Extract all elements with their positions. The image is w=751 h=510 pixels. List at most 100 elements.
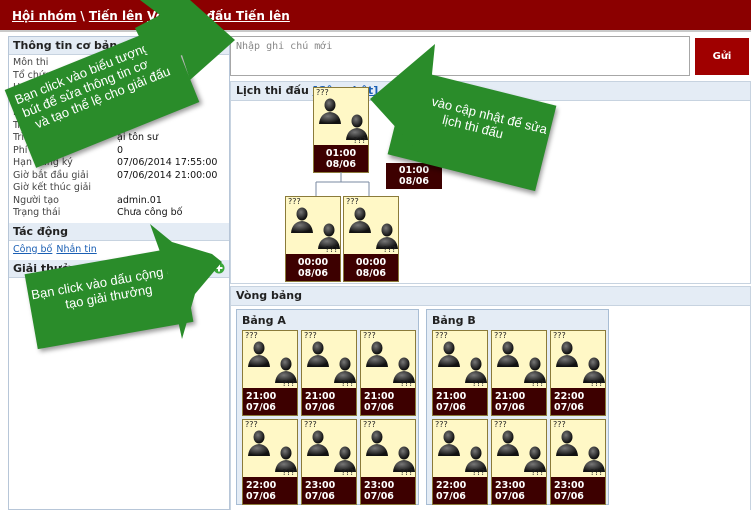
player-2-name: ??? — [383, 245, 396, 254]
match-card[interactable]: ?????? 21:00 07/06 — [491, 330, 547, 416]
match-date: 07/06 — [305, 402, 335, 413]
match-date: 07/06 — [495, 491, 525, 502]
group-stage-panel: Vòng bảng Bảng A?????? 21:00 07/06?????? 21… — [230, 286, 751, 510]
info-value: 0 — [117, 144, 124, 156]
info-value: 07/06/2014 21:00:00 — [117, 169, 218, 181]
actions-section-title: Tác động — [13, 224, 68, 238]
match-hour: 00:00 — [355, 257, 387, 268]
callout-update-arrow — [370, 44, 435, 154]
match-date: 08/06 — [298, 268, 328, 279]
match-time: 21:00 07/06 — [361, 388, 415, 415]
match-time: 23:00 07/06 — [361, 477, 415, 504]
match-date: 07/06 — [495, 402, 525, 413]
player-1-name: ??? — [304, 420, 317, 429]
player-2-name: ??? — [341, 468, 354, 477]
player-1-name: ??? — [245, 420, 258, 429]
player-avatar-icon — [497, 341, 519, 367]
player-2-name: ??? — [400, 468, 413, 477]
info-label: Giờ bắt đầu giải — [13, 169, 89, 181]
match-card[interactable]: ?????? 21:00 07/06 — [432, 330, 488, 416]
player-avatar-icon — [291, 207, 313, 233]
player-avatar-icon — [556, 341, 578, 367]
match-hour: 22:00 — [246, 480, 277, 491]
player-1-name: ??? — [304, 331, 317, 340]
match-card[interactable]: ?????? 23:00 07/06 — [360, 419, 416, 505]
callout-pencil-arrow — [135, 0, 235, 80]
player-avatar-icon — [556, 430, 578, 456]
match-date: 08/06 — [356, 268, 386, 279]
match-hour: 22:00 — [436, 480, 467, 491]
player-avatar-icon — [438, 430, 460, 456]
match-hour: 21:00 — [495, 391, 526, 402]
match-card[interactable]: ?????? 23:00 07/06 — [301, 419, 357, 505]
match-time: 23:00 07/06 — [302, 477, 356, 504]
match-hour: 23:00 — [364, 480, 395, 491]
info-row: Giờ kết thúc giải — [9, 182, 229, 195]
match-hour: 21:00 — [305, 391, 336, 402]
schedule-title: Lịch thi đấu — [236, 84, 309, 97]
player-1-name: ??? — [245, 331, 258, 340]
group-box: Bảng B?????? 21:00 07/06?????? 21:00 07/06??… — [426, 309, 609, 505]
bracket-lines — [315, 172, 370, 198]
player-2-name: ??? — [472, 468, 485, 477]
match-date: 07/06 — [305, 491, 335, 502]
info-label: Giờ kết thúc giải — [13, 182, 92, 193]
player-avatar-icon — [248, 430, 270, 456]
player-2-name: ??? — [282, 468, 295, 477]
group-stage-title: Vòng bảng — [236, 289, 303, 302]
match-time: 22:00 07/06 — [551, 388, 605, 415]
player-2-name: ??? — [472, 379, 485, 388]
player-avatar-icon — [307, 341, 329, 367]
player-2-name: ??? — [341, 379, 354, 388]
match-card[interactable]: ?????? 21:00 07/06 — [360, 330, 416, 416]
info-row: Giờ bắt đầu giải 07/06/2014 21:00:00 — [9, 170, 229, 183]
match-date: 07/06 — [364, 491, 394, 502]
match-hour: 23:00 — [495, 480, 526, 491]
group-stage-header: Vòng bảng — [231, 287, 750, 306]
player-1-name: ??? — [553, 331, 566, 340]
match-card[interactable]: ?????? 22:00 07/06 — [550, 330, 606, 416]
group-box: Bảng A?????? 21:00 07/06?????? 21:00 07/06??… — [236, 309, 419, 505]
info-label: Người tạo — [13, 194, 59, 206]
player-2-name: ??? — [400, 379, 413, 388]
match-card[interactable]: ?????? 21:00 07/06 — [301, 330, 357, 416]
player-1-name: ??? — [494, 331, 507, 340]
match-time: 21:00 07/06 — [492, 388, 546, 415]
info-value: 07/06/2014 17:55:00 — [117, 157, 218, 168]
match-date: 07/06 — [246, 491, 276, 502]
match-card[interactable]: ?????? 22:00 07/06 — [432, 419, 488, 505]
match-date: 07/06 — [246, 402, 276, 413]
player-avatar-icon — [438, 341, 460, 367]
match-time: 23:00 07/06 — [551, 477, 605, 504]
match-date: 07/06 — [554, 491, 584, 502]
player-avatar-icon — [497, 430, 519, 456]
player-avatar-icon — [307, 430, 329, 456]
message-link[interactable]: Nhắn tin — [56, 244, 96, 255]
group-title: Bảng B — [432, 314, 476, 327]
match-hour: 21:00 — [364, 391, 395, 402]
match-time: 21:00 07/06 — [243, 388, 297, 415]
publish-link[interactable]: Công bố — [13, 244, 52, 255]
match-card[interactable]: ?????? 23:00 07/06 — [550, 419, 606, 505]
match-card[interactable]: ?????? 22:00 07/06 — [242, 419, 298, 505]
player-1-name: ??? — [363, 331, 376, 340]
player-1-name: ??? — [494, 420, 507, 429]
match-card[interactable]: ?????? 21:00 07/06 — [242, 330, 298, 416]
match-hour: 21:00 — [246, 391, 277, 402]
player-avatar-icon — [366, 430, 388, 456]
player-1-name: ??? — [435, 331, 448, 340]
breadcrumb-link-hoi-nhom[interactable]: Hội nhóm — [12, 9, 76, 23]
match-card[interactable]: ?????? 23:00 07/06 — [491, 419, 547, 505]
note-input[interactable] — [230, 36, 690, 76]
match-card[interactable]: ?????? 00:00 08/06 — [343, 196, 399, 282]
info-label: Môn thi — [13, 57, 49, 68]
player-avatar-icon — [366, 341, 388, 367]
callout-plus-arrow — [150, 224, 222, 339]
player-2-name: ??? — [590, 379, 603, 388]
info-value: admin.01 — [117, 194, 162, 206]
match-card[interactable]: ?????? 00:00 08/06 — [285, 196, 341, 282]
player-1-name: ??? — [288, 197, 301, 206]
send-button[interactable]: Gửi — [695, 38, 749, 75]
match-date: 07/06 — [436, 402, 466, 413]
player-avatar-icon — [319, 98, 341, 124]
